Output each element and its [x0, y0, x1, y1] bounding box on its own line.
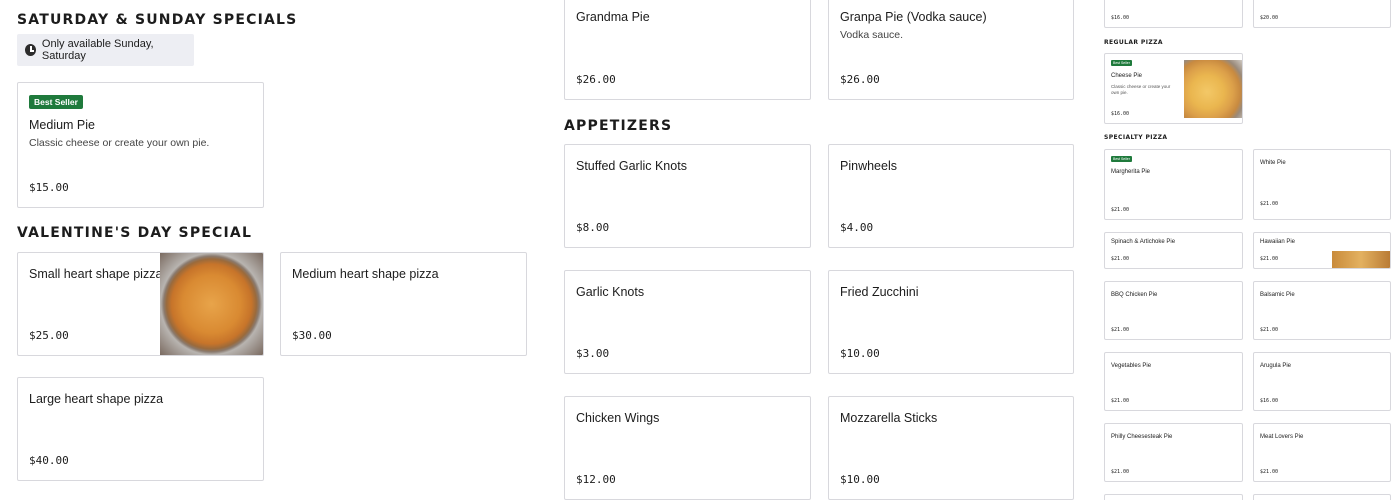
menu-item-name: Stuffed Garlic Knots [576, 159, 687, 173]
menu-item-name: Hawaiian Pie [1260, 239, 1296, 245]
menu-item-meat-lovers-pie[interactable]: Meat Lovers Pie $21.00 [1253, 423, 1391, 482]
hawaiian-pie-image [1332, 251, 1390, 268]
menu-item-name: Cheese Pie [1111, 73, 1143, 79]
menu-item-garlic-knots[interactable]: Garlic Knots $3.00 [564, 270, 811, 374]
valentines-special-heading: VALENTINE'S DAY SPECIAL [17, 225, 253, 241]
menu-item-small-heart-pizza[interactable]: Small heart shape pizza $25.00 [17, 252, 264, 356]
menu-item-price: $16.00 [1260, 398, 1279, 404]
menu-item-chicken-wings[interactable]: Chicken Wings $12.00 [564, 396, 811, 500]
best-seller-badge: Best Seller [29, 95, 83, 109]
menu-item-price: $16.00 [1111, 111, 1130, 117]
menu-item-name: Fried Zucchini [840, 285, 919, 299]
menu-item-name: Philly Cheesesteak Pie [1111, 434, 1173, 440]
menu-item-arugula-pie[interactable]: Arugula Pie $16.00 [1253, 352, 1391, 411]
best-seller-badge: Best Seller [1111, 60, 1132, 66]
menu-item-price: $26.00 [576, 73, 616, 86]
menu-item-medium-heart-pizza[interactable]: Medium heart shape pizza $30.00 [280, 252, 527, 356]
menu-item-white-pie[interactable]: White Pie $21.00 [1253, 149, 1391, 220]
weekend-specials-heading: SATURDAY & SUNDAY SPECIALS [17, 12, 298, 28]
menu-item-description: Classic cheese or create your own pie. [29, 137, 210, 149]
menu-item-description: Classic cheese or create your own pie. [1111, 84, 1171, 95]
menu-item-name: Balsamic Pie [1260, 292, 1295, 298]
menu-item-name: Chicken Wings [576, 411, 660, 425]
menu-item-fried-zucchini[interactable]: Fried Zucchini $10.00 [828, 270, 1074, 374]
availability-notice-text: Only available Sunday, Saturday [41, 38, 154, 62]
menu-item-grandma-pie[interactable]: Grandma Pie $26.00 [564, 0, 811, 100]
cheese-pie-image [1184, 60, 1242, 118]
menu-item-cutoff-left[interactable] [1104, 494, 1243, 500]
menu-item-balsamic-pie[interactable]: Balsamic Pie $21.00 [1253, 281, 1391, 340]
menu-item-price: $21.00 [1260, 256, 1279, 262]
menu-item-pinwheels[interactable]: Pinwheels $4.00 [828, 144, 1074, 248]
menu-item-price: $26.00 [840, 73, 880, 86]
menu-item-price: $3.00 [576, 347, 610, 360]
menu-item-description: Vodka sauce. [840, 29, 904, 41]
menu-item-name: Margherita Pie [1111, 169, 1151, 175]
clock-icon [25, 44, 36, 56]
menu-item-price: $21.00 [1111, 207, 1130, 213]
menu-item-price: $21.00 [1111, 469, 1130, 475]
menu-item-price: $40.00 [29, 454, 69, 467]
menu-item-philly-cheesesteak-pie[interactable]: Philly Cheesesteak Pie $21.00 [1104, 423, 1243, 482]
menu-item-cutoff-right[interactable] [1253, 494, 1391, 500]
menu-item-price: $8.00 [576, 221, 610, 234]
menu-item-bbq-chicken-pie[interactable]: BBQ Chicken Pie $21.00 [1104, 281, 1243, 340]
menu-item-medium-pie[interactable]: Best Seller Medium Pie Classic cheese or… [17, 82, 264, 208]
menu-item-mozzarella-sticks[interactable]: Mozzarella Sticks $10.00 [828, 396, 1074, 500]
menu-item-price: $21.00 [1111, 398, 1130, 404]
menu-item-spinach-artichoke-pie[interactable]: Spinach & Artichoke Pie $21.00 [1104, 232, 1243, 269]
menu-item-name: Granpa Pie (Vodka sauce) [840, 10, 987, 24]
menu-item-name: White Pie [1260, 160, 1286, 166]
menu-item-name: Medium Pie [29, 118, 95, 132]
menu-item-price: $12.00 [576, 473, 616, 486]
menu-item-name: Garlic Knots [576, 285, 645, 299]
menu-item-right-top-1[interactable]: $16.00 [1104, 0, 1243, 28]
small-heart-pizza-image [160, 253, 263, 355]
menu-item-large-heart-pizza[interactable]: Large heart shape pizza $40.00 [17, 377, 264, 481]
menu-item-price: $21.00 [1260, 469, 1279, 475]
menu-item-price: $4.00 [840, 221, 874, 234]
menu-item-name: Spinach & Artichoke Pie [1111, 239, 1176, 245]
menu-item-price: $10.00 [840, 347, 880, 360]
menu-item-name: Grandma Pie [576, 10, 650, 24]
menu-item-vegetables-pie[interactable]: Vegetables Pie $21.00 [1104, 352, 1243, 411]
menu-item-name: Pinwheels [840, 159, 897, 173]
menu-item-name: Vegetables Pie [1111, 363, 1152, 369]
availability-notice: Only available Sunday, Saturday [17, 34, 194, 66]
menu-item-hawaiian-pie[interactable]: Hawaiian Pie $21.00 [1253, 232, 1391, 269]
menu-item-right-top-2[interactable]: $20.00 [1253, 0, 1391, 28]
menu-item-name: Small heart shape pizza [29, 267, 163, 281]
menu-item-price: $21.00 [1111, 256, 1130, 262]
menu-item-price: $21.00 [1260, 201, 1279, 207]
best-seller-badge: Best Seller [1111, 156, 1132, 162]
appetizers-heading: APPETIZERS [564, 118, 673, 134]
menu-item-price: $21.00 [1111, 327, 1130, 333]
menu-item-price: $15.00 [29, 181, 69, 194]
menu-item-price: $30.00 [292, 329, 332, 342]
menu-item-name: Medium heart shape pizza [292, 267, 439, 281]
regular-pizza-heading: REGULAR PIZZA [1104, 39, 1163, 46]
menu-item-name: Arugula Pie [1260, 363, 1292, 369]
menu-item-name: Large heart shape pizza [29, 392, 164, 406]
menu-item-price: $20.00 [1260, 15, 1279, 21]
menu-item-name: Meat Lovers Pie [1260, 434, 1304, 440]
menu-item-name: BBQ Chicken Pie [1111, 292, 1158, 298]
menu-item-price: $10.00 [840, 473, 880, 486]
menu-item-price: $16.00 [1111, 15, 1130, 21]
menu-item-margherita-pie[interactable]: Best Seller Margherita Pie $21.00 [1104, 149, 1243, 220]
menu-item-price: $25.00 [29, 329, 69, 342]
specialty-pizza-heading: SPECIALTY PIZZA [1104, 134, 1168, 141]
menu-item-price: $21.00 [1260, 327, 1279, 333]
menu-item-cheese-pie[interactable]: Best Seller Cheese Pie Classic cheese or… [1104, 53, 1243, 124]
menu-item-stuffed-garlic-knots[interactable]: Stuffed Garlic Knots $8.00 [564, 144, 811, 248]
menu-item-name: Mozzarella Sticks [840, 411, 938, 425]
menu-item-granpa-pie[interactable]: Granpa Pie (Vodka sauce) Vodka sauce. $2… [828, 0, 1074, 100]
